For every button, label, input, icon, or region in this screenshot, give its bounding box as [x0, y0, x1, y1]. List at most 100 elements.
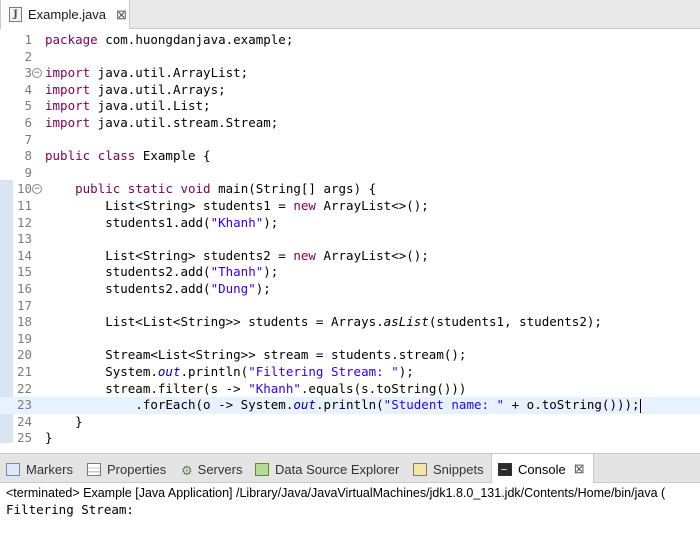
code-line[interactable]: 8 public class Example {: [0, 148, 700, 165]
tab-data-source-explorer[interactable]: Data Source Explorer: [255, 454, 399, 484]
line-number: 20: [16, 347, 32, 363]
code-token: import: [45, 65, 91, 81]
code-line[interactable]: 16 students2.add("Dung");: [0, 281, 700, 298]
code-text: import java.util.Arrays;: [45, 82, 226, 99]
code-line[interactable]: 15 students2.add("Thanh");: [0, 264, 700, 281]
code-text: }: [45, 414, 83, 431]
code-token: public: [75, 181, 121, 197]
tab-properties[interactable]: Properties: [87, 454, 166, 484]
view-tab-label: Markers: [26, 461, 73, 477]
line-number: 17: [16, 297, 32, 313]
code-token: void: [180, 181, 211, 197]
code-token: .println(: [180, 364, 249, 379]
code-text: .forEach(o -> System.out.println("Studen…: [45, 397, 641, 414]
code-text: public class Example {: [45, 148, 211, 165]
code-line[interactable]: 13: [0, 231, 700, 248]
code-token: package: [45, 32, 98, 47]
close-icon[interactable]: ⊠: [116, 7, 127, 23]
code-line[interactable]: 21 System.out.println("Filtering Stream:…: [0, 364, 700, 381]
line-number: 19: [16, 330, 32, 346]
view-tab-label: Data Source Explorer: [275, 461, 400, 477]
code-line[interactable]: 23 .forEach(o -> System.out.println("Stu…: [0, 397, 700, 414]
code-line[interactable]: 3− import java.util.ArrayList;: [0, 65, 700, 82]
code-text: students2.add("Dung");: [45, 281, 271, 298]
line-number: 13: [16, 231, 32, 247]
code-line[interactable]: 18 List<List<String>> students = Arrays.…: [0, 314, 700, 331]
code-line[interactable]: 14 List<String> students2 = new ArrayLis…: [0, 248, 700, 265]
line-number: 3: [24, 65, 32, 81]
code-token: out: [157, 364, 181, 379]
line-number: 9: [24, 164, 32, 180]
code-line[interactable]: 19: [0, 331, 700, 348]
console-view[interactable]: <terminated> Example [Java Application] …: [0, 483, 700, 537]
line-number: 6: [24, 115, 32, 130]
code-line[interactable]: 9: [0, 165, 700, 182]
code-token: (students1, students2);: [428, 314, 602, 330]
text-caret: [639, 398, 641, 413]
code-line[interactable]: 5 import java.util.List;: [0, 98, 700, 115]
code-line[interactable]: 12 students1.add("Khanh");: [0, 215, 700, 232]
console-output: Filtering Stream:: [6, 502, 134, 517]
code-token: ArrayList<>();: [315, 198, 429, 213]
tab-servers[interactable]: ⚙ Servers: [181, 454, 242, 484]
view-tab-label: Properties: [107, 461, 167, 477]
tab-snippets[interactable]: Snippets: [413, 454, 484, 484]
dse-icon: [255, 462, 269, 476]
properties-icon: [87, 462, 101, 476]
editor-tab-example-java[interactable]: J Example.java ⊠: [0, 0, 130, 29]
line-number: 15: [16, 264, 32, 280]
editor-tab-bar: J Example.java ⊠: [0, 0, 700, 29]
code-token: );: [398, 364, 414, 379]
code-line[interactable]: 11 List<String> students1 = new ArrayLis…: [0, 198, 700, 215]
code-line[interactable]: 7: [0, 132, 700, 149]
code-line[interactable]: 4 import java.util.Arrays;: [0, 82, 700, 99]
code-token: public: [45, 148, 91, 164]
code-token: students2.add(: [45, 281, 211, 296]
code-token: students1.add(: [45, 214, 211, 230]
servers-icon: ⚙: [181, 462, 193, 478]
close-icon[interactable]: ⊠: [574, 461, 585, 477]
code-token: java.util.List;: [90, 98, 211, 114]
line-number: 22: [16, 380, 32, 396]
code-token: );: [263, 264, 279, 280]
tab-markers[interactable]: Markers: [6, 454, 73, 484]
line-number: 18: [16, 314, 32, 330]
code-line[interactable]: 25}: [0, 430, 700, 447]
code-token: );: [255, 281, 271, 296]
code-token: ArrayList<>();: [315, 247, 429, 263]
line-number: 24: [16, 413, 32, 429]
code-token: }: [45, 413, 83, 429]
code-token: "Khanh": [210, 214, 264, 230]
code-token: "Khanh": [248, 380, 301, 396]
code-line[interactable]: 17: [0, 298, 700, 315]
snippets-icon: [413, 462, 427, 476]
code-token: java.util.ArrayList;: [90, 65, 249, 81]
code-token: List<List<String>> students = Arrays.: [45, 314, 384, 330]
code-text: students2.add("Thanh");: [45, 264, 278, 281]
tab-console[interactable]: Console ⊠: [491, 454, 594, 484]
code-token: import: [45, 98, 91, 114]
code-line[interactable]: 6 import java.util.stream.Stream;: [0, 115, 700, 132]
code-line[interactable]: 24 }: [0, 414, 700, 431]
code-token: new: [293, 247, 316, 263]
code-text: import java.util.stream.Stream;: [45, 115, 278, 132]
code-token: Example {: [135, 148, 211, 164]
code-line[interactable]: 22 stream.filter(s -> "Khanh".equals(s.t…: [0, 381, 700, 398]
line-number: 4: [24, 81, 32, 97]
code-line[interactable]: 20 Stream<List<String>> stream = student…: [0, 347, 700, 364]
code-text: Stream<List<String>> stream = students.s…: [45, 347, 466, 364]
code-text: stream.filter(s -> "Khanh".equals(s.toSt…: [45, 381, 466, 398]
code-editor[interactable]: 1 package com.huongdanjava.example; 2 3− imp…: [0, 29, 700, 447]
code-text: public static void main(String[] args) {: [45, 181, 376, 198]
fold-toggle-icon[interactable]: −: [32, 68, 42, 79]
code-line[interactable]: 2: [0, 49, 700, 66]
code-token: static: [127, 181, 173, 197]
code-line[interactable]: 10− public static void main(String[] arg…: [0, 181, 700, 198]
line-number: 10: [16, 181, 32, 197]
code-token: .equals(s.toString())): [300, 380, 467, 396]
line-number: 11: [16, 198, 32, 213]
line-number: 16: [16, 281, 32, 296]
code-token: class: [97, 148, 136, 164]
code-line[interactable]: 1 package com.huongdanjava.example;: [0, 32, 700, 49]
fold-toggle-icon[interactable]: −: [32, 184, 42, 195]
